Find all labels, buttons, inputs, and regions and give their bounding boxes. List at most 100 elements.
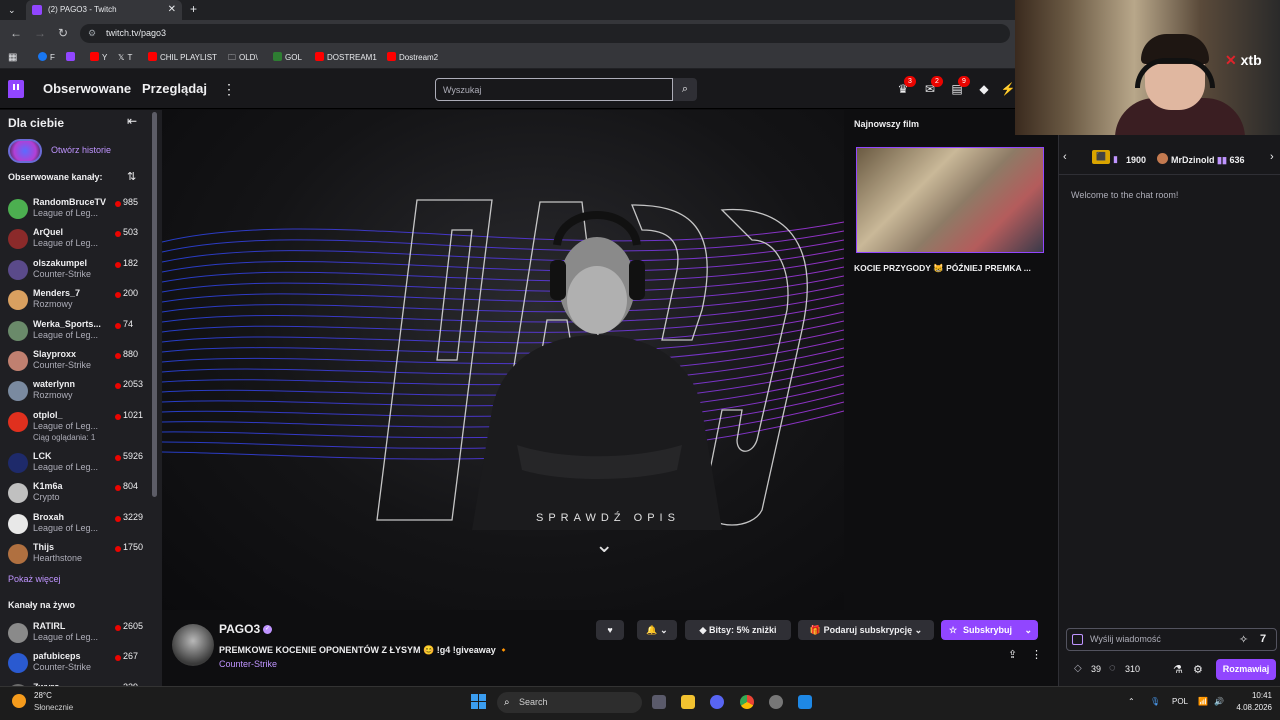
- banner-line: [162, 284, 844, 313]
- stories-avatar[interactable]: [8, 139, 42, 163]
- tab-list-chevron-icon[interactable]: ⌄: [8, 0, 16, 20]
- sidebar-channel[interactable]: Slayproxx Counter-Strike 880: [0, 347, 150, 377]
- channel-name[interactable]: PAGO3: [219, 622, 260, 636]
- 7tv-icon[interactable]: 7: [1260, 633, 1266, 645]
- banner-line: [162, 221, 844, 243]
- sidebar-channel[interactable]: RATIRL League of Leg... 2605: [0, 619, 150, 649]
- sidebar-channel[interactable]: LCK League of Leg... 5926: [0, 449, 150, 479]
- search-input[interactable]: [435, 78, 673, 101]
- back-icon[interactable]: ←: [10, 20, 22, 47]
- sidebar-channel[interactable]: Thijs Hearthstone 1750: [0, 540, 150, 570]
- collapse-sidebar-icon[interactable]: ⇤: [127, 114, 137, 128]
- turbo-icon[interactable]: ⚡: [1000, 80, 1016, 98]
- language-indicator[interactable]: POL: [1172, 697, 1188, 706]
- app-icon[interactable]: [798, 695, 812, 709]
- sidebar-channel[interactable]: waterlynn Rozmowy 2053: [0, 377, 150, 407]
- sidebar-channel[interactable]: pafubiceps Counter-Strike 267: [0, 649, 150, 679]
- taskbar-search[interactable]: ⌕ Search: [497, 692, 642, 713]
- browser-tab[interactable]: (2) PAGO3 - Twitch ✕: [26, 0, 182, 20]
- weather-temp[interactable]: 28°C: [34, 691, 52, 700]
- clock-date[interactable]: 4.08.2026: [1216, 703, 1272, 712]
- celebration-icon[interactable]: ✧: [1239, 633, 1248, 646]
- settings-app-icon[interactable]: [769, 695, 783, 709]
- sidebar-channel[interactable]: otplol_ League of Leg... 1021 Ciąg oglądani…: [0, 408, 150, 442]
- tray-overflow-icon[interactable]: ⌃: [1128, 697, 1135, 706]
- nav-following[interactable]: Obserwowane: [43, 69, 131, 109]
- discord-icon[interactable]: [710, 695, 724, 709]
- apps-grid-icon[interactable]: ▦: [8, 47, 17, 69]
- sidebar-channel[interactable]: RandomBruceTV League of Leg... 985: [0, 195, 150, 225]
- bits-icon[interactable]: ◆: [976, 80, 992, 98]
- more-menu-icon[interactable]: ⋮: [222, 69, 236, 109]
- search-icon: ⌕: [504, 697, 510, 708]
- start-button-icon[interactable]: [471, 694, 487, 710]
- live-dot-icon: [115, 515, 121, 522]
- site-info-icon[interactable]: ⚙: [88, 24, 96, 43]
- live-dot-icon: [115, 261, 121, 268]
- channel-name: RandomBruceTV: [33, 197, 107, 207]
- leader-2[interactable]: MrDzinold ▮▮ 636: [1171, 155, 1244, 166]
- bits-discount-button[interactable]: ◆ Bitsy: 5% zniżki: [685, 620, 791, 640]
- watch-streak-value: 310: [1125, 664, 1141, 674]
- tab-close-icon[interactable]: ✕: [168, 0, 176, 20]
- wifi-icon[interactable]: 📶: [1198, 697, 1208, 706]
- url-field[interactable]: ⚙ twitch.tv/pago3: [80, 24, 1010, 43]
- show-more-link[interactable]: Pokaż więcej: [8, 574, 61, 584]
- chat-settings-icon[interactable]: ⚙: [1193, 663, 1203, 676]
- newest-video-thumbnail[interactable]: [856, 147, 1044, 253]
- bookmark-item[interactable]: DOSTREAM1: [315, 47, 377, 69]
- more-options-icon[interactable]: ⋮: [1031, 648, 1042, 661]
- task-view-icon[interactable]: [652, 695, 666, 709]
- bookmark-item[interactable]: 𝕏T: [118, 47, 132, 69]
- chat-box-icon: [1072, 634, 1083, 645]
- subscribe-button[interactable]: ☆ Subskrybuj ⌄: [941, 620, 1038, 640]
- bookmark-item[interactable]: CHIL PLAYLIST: [148, 47, 217, 69]
- bookmark-item[interactable]: Dostream2: [387, 47, 438, 69]
- chrome-icon[interactable]: [740, 695, 754, 709]
- weather-desc[interactable]: Słonecznie: [34, 703, 73, 712]
- extension-icon[interactable]: ⚗: [1173, 663, 1183, 676]
- weather-sun-icon[interactable]: [12, 694, 26, 708]
- video-player[interactable]: [162, 110, 844, 610]
- sort-icon[interactable]: ⇅: [127, 170, 136, 183]
- notification-badge: 3: [904, 76, 916, 87]
- notification-bell-button[interactable]: 🔔 ⌄: [637, 620, 677, 640]
- sidebar-channel[interactable]: olszakumpel Counter-Strike 182: [0, 256, 150, 286]
- nav-browse[interactable]: Przeglądaj: [142, 69, 207, 109]
- chevron-right-icon[interactable]: ›: [1270, 151, 1274, 163]
- microphone-icon[interactable]: 🎙: [1150, 697, 1160, 706]
- sidebar-channel[interactable]: Werka_Sports... League of Leg... 74: [0, 317, 150, 347]
- follow-heart-button[interactable]: ♥: [596, 620, 624, 640]
- bookmark-item[interactable]: GOL: [273, 47, 302, 69]
- channel-avatar[interactable]: [172, 624, 214, 666]
- reload-icon[interactable]: ↻: [58, 20, 68, 47]
- bookmark-item[interactable]: [66, 47, 78, 69]
- new-tab-button[interactable]: +: [190, 0, 197, 18]
- channel-points-icon[interactable]: ◇: [1074, 663, 1082, 674]
- bookmark-item[interactable]: F: [38, 47, 55, 69]
- clock-time[interactable]: 10:41: [1236, 691, 1272, 700]
- bookmark-item[interactable]: Y: [90, 47, 107, 69]
- open-stories-link[interactable]: Otwórz historie: [51, 145, 111, 155]
- channel-name: otplol_: [33, 409, 63, 420]
- sub-gift-icon: ▮: [1113, 154, 1118, 164]
- chat-send-button[interactable]: Rozmawiaj: [1216, 659, 1276, 680]
- twitch-logo-icon[interactable]: [8, 80, 24, 98]
- chevron-left-icon[interactable]: ‹: [1063, 151, 1067, 163]
- newest-video-title[interactable]: KOCIE PRZYGODY 😸 PÓŹNIEJ PREMKA ...: [854, 263, 1050, 274]
- sidebar-channel[interactable]: Broxah League of Leg... 3229: [0, 510, 150, 540]
- search-icon[interactable]: ⌕: [673, 78, 697, 101]
- leader-2-avatar[interactable]: [1157, 153, 1168, 164]
- sidebar-channel[interactable]: ArQuel League of Leg... 503: [0, 225, 150, 255]
- bookmark-folder[interactable]: 🗀 OLD\: [228, 47, 258, 69]
- forward-icon[interactable]: →: [34, 20, 46, 47]
- file-explorer-icon[interactable]: [681, 695, 695, 709]
- sidebar-channel[interactable]: Menders_7 Rozmowy 200: [0, 286, 150, 316]
- sidebar-channel[interactable]: K1m6a Crypto 804: [0, 479, 150, 509]
- stream-category[interactable]: Counter-Strike: [219, 659, 277, 669]
- sidebar-scrollbar[interactable]: [152, 112, 157, 497]
- live-dot-icon: [115, 485, 121, 492]
- watch-streak-icon[interactable]: ◌: [1109, 662, 1116, 674]
- share-icon[interactable]: ⇪: [1008, 648, 1017, 661]
- gift-subscription-button[interactable]: 🎁 Podaruj subskrypcję ⌄: [798, 620, 934, 640]
